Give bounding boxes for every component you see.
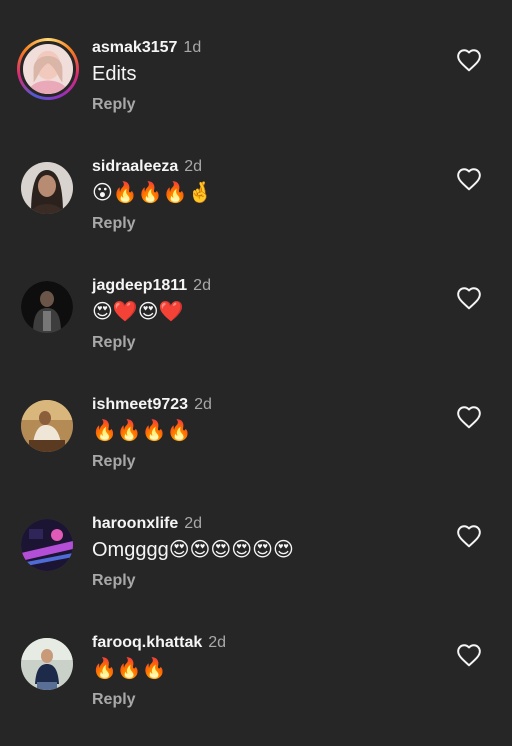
username[interactable]: farooq.khattak (92, 634, 202, 651)
username[interactable]: jagdeep1811 (92, 277, 187, 294)
reply-button[interactable]: Reply (92, 214, 136, 234)
comment-meta: jagdeep1811 2d (92, 276, 211, 296)
comment-item: jagdeep1811 2d 😍❤️😍❤️ Reply (0, 270, 512, 389)
heart-outline-icon[interactable] (456, 643, 482, 667)
avatar-image-icon (23, 44, 73, 94)
comment-text: 🔥🔥🔥 (92, 658, 167, 680)
comment-item: sidraaleeza 2d 😮🔥🔥🔥🤞 Reply (0, 151, 512, 270)
avatar-image-icon (21, 281, 73, 333)
avatar[interactable] (21, 281, 73, 333)
comment-item: asmak3157 1d Edits Reply (0, 32, 512, 151)
comment-item: ishmeet9723 2d 🔥🔥🔥🔥 Reply (0, 389, 512, 508)
comment-meta: ishmeet9723 2d (92, 395, 212, 415)
avatar[interactable] (21, 162, 73, 214)
avatar[interactable] (20, 41, 76, 97)
avatar-image-icon (21, 162, 73, 214)
reply-button[interactable]: Reply (92, 333, 136, 353)
timestamp: 2d (184, 158, 203, 175)
username[interactable]: ishmeet9723 (92, 396, 188, 413)
reply-button[interactable]: Reply (92, 571, 136, 591)
timestamp: 1d (183, 39, 202, 56)
comment-meta: farooq.khattak 2d (92, 633, 226, 653)
comment-meta: sidraaleeza 2d (92, 157, 202, 177)
reply-button[interactable]: Reply (92, 452, 136, 472)
comment-meta: haroonxlife 2d (92, 514, 202, 534)
story-ring[interactable] (17, 38, 79, 100)
timestamp: 2d (184, 515, 203, 532)
reply-button[interactable]: Reply (92, 95, 136, 115)
comment-text: Omgggg😍😍😍😍😍😍 (92, 539, 294, 561)
avatar[interactable] (21, 400, 73, 452)
comment-item: farooq.khattak 2d 🔥🔥🔥 Reply (0, 627, 512, 746)
heart-outline-icon[interactable] (456, 167, 482, 191)
timestamp: 2d (208, 634, 227, 651)
avatar[interactable] (21, 638, 73, 690)
heart-outline-icon[interactable] (456, 524, 482, 548)
heart-outline-icon[interactable] (456, 405, 482, 429)
comment-text: Edits (92, 63, 137, 85)
heart-outline-icon[interactable] (456, 48, 482, 72)
comment-text: 🔥🔥🔥🔥 (92, 420, 192, 442)
heart-outline-icon[interactable] (456, 286, 482, 310)
avatar-image-icon (21, 400, 73, 452)
comment-text: 😮🔥🔥🔥🤞 (92, 182, 213, 204)
username[interactable]: haroonxlife (92, 515, 178, 532)
comment-meta: asmak3157 1d (92, 38, 201, 58)
avatar-image-icon (21, 638, 73, 690)
username[interactable]: sidraaleeza (92, 158, 178, 175)
avatar[interactable] (21, 519, 73, 571)
avatar-image-icon (21, 519, 73, 571)
username[interactable]: asmak3157 (92, 39, 177, 56)
timestamp: 2d (193, 277, 211, 294)
timestamp: 2d (194, 396, 212, 413)
reply-button[interactable]: Reply (92, 690, 136, 710)
comment-item: haroonxlife 2d Omgggg😍😍😍😍😍😍 Reply (0, 508, 512, 627)
comment-text: 😍❤️😍❤️ (92, 301, 184, 323)
